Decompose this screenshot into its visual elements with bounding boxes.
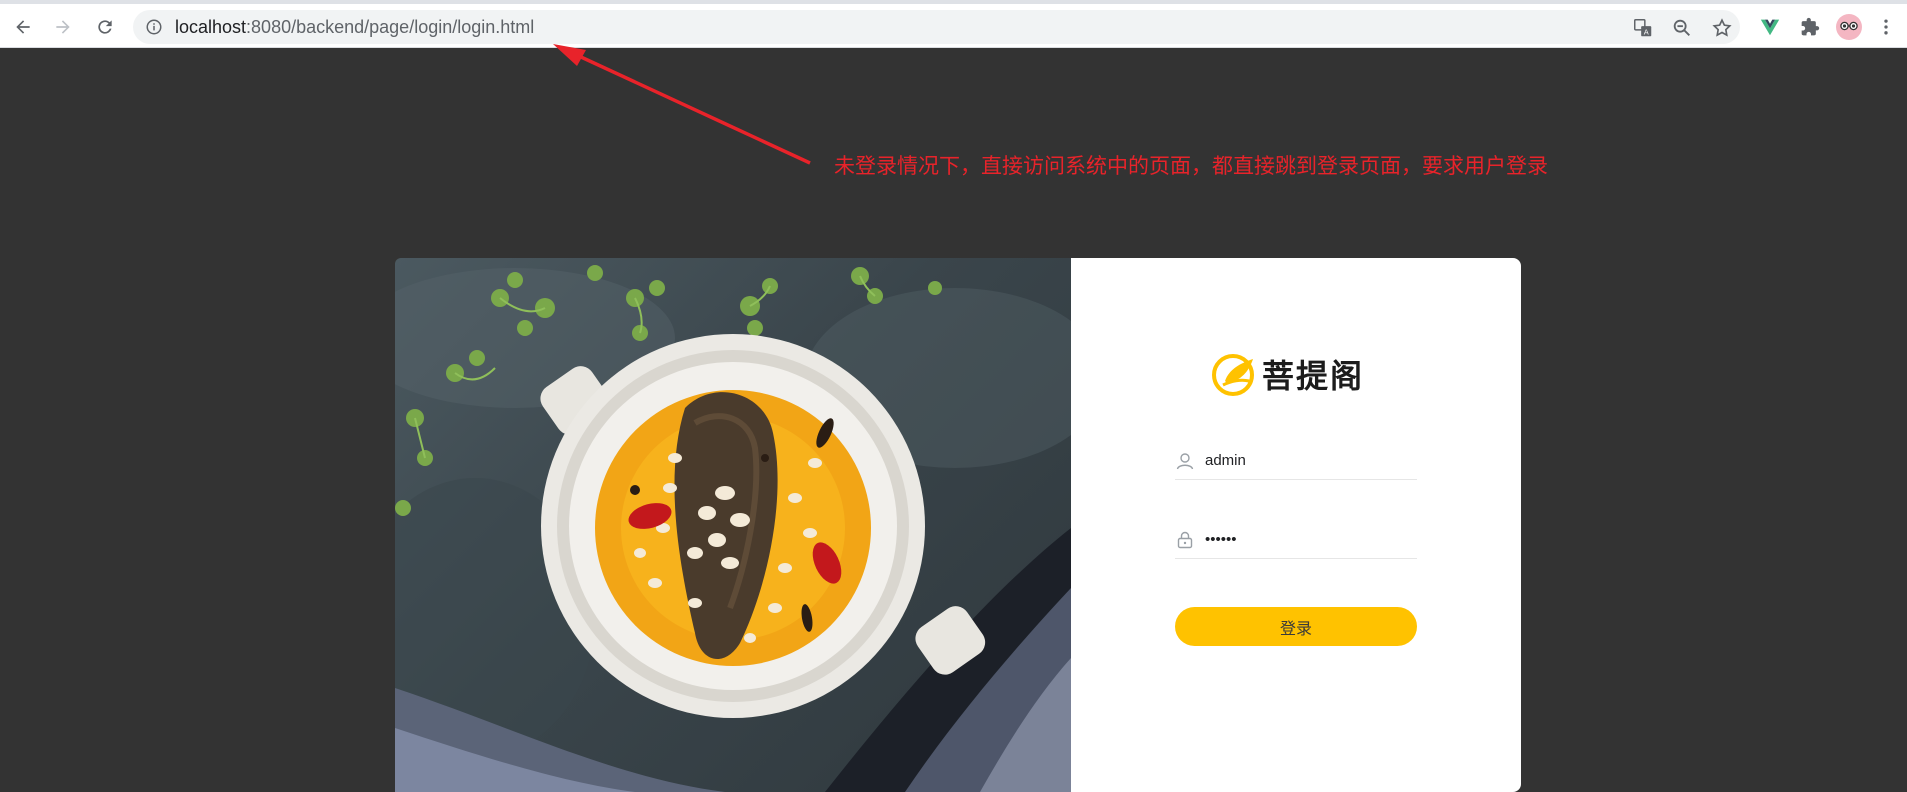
address-bar[interactable]: localhost:8080/backend/page/login/login.… — [133, 10, 1740, 44]
url-path: :8080/backend/page/login/login.html — [246, 17, 535, 37]
food-photo — [395, 258, 1071, 792]
lock-icon — [1177, 531, 1193, 549]
back-icon — [16, 20, 30, 34]
brand-logo: 菩提阁 — [1211, 348, 1364, 400]
user-icon — [1176, 453, 1194, 470]
annotation-text: 未登录情况下，直接访问系统中的页面，都直接跳到登录页面，要求用户登录 — [834, 154, 1548, 178]
password-input[interactable]: •••••• — [1205, 531, 1405, 548]
menu-icon — [1884, 19, 1888, 35]
browser-menu-button[interactable] — [1873, 14, 1899, 40]
vue-devtools-icon — [1760, 19, 1780, 36]
profile-avatar-icon — [1836, 14, 1862, 40]
reload-button[interactable] — [90, 12, 120, 42]
username-input[interactable]: admin — [1205, 452, 1405, 469]
browser-toolbar: localhost:8080/backend/page/login/login.… — [0, 0, 1907, 48]
leaf-logo-icon — [1212, 354, 1254, 396]
login-button[interactable]: 登录 — [1175, 607, 1417, 646]
login-panel: 菩提阁 admin •••••• 登录 — [1071, 258, 1521, 792]
zoom-out-icon[interactable] — [1671, 17, 1693, 39]
translate-icon[interactable]: A — [1632, 17, 1654, 39]
forward-icon — [56, 20, 70, 34]
password-field[interactable]: •••••• — [1175, 523, 1417, 559]
brand-name: 菩提阁 — [1262, 357, 1365, 395]
back-button[interactable] — [8, 12, 38, 42]
url-text[interactable]: localhost:8080/backend/page/login/login.… — [175, 17, 534, 38]
vue-devtools-button[interactable] — [1757, 14, 1783, 40]
url-host: localhost — [175, 17, 247, 37]
reload-icon — [98, 20, 112, 34]
svg-text:A: A — [1644, 27, 1649, 36]
bookmark-star-icon[interactable] — [1711, 17, 1733, 39]
forward-button[interactable] — [48, 12, 78, 42]
login-card: 菩提阁 admin •••••• 登录 — [395, 258, 1521, 792]
profile-button[interactable] — [1836, 14, 1862, 40]
username-field[interactable]: admin — [1175, 444, 1417, 480]
extensions-button[interactable] — [1797, 14, 1823, 40]
extensions-icon — [1801, 17, 1820, 36]
info-icon[interactable] — [145, 18, 163, 36]
food-photo-illustration — [395, 265, 1071, 792]
